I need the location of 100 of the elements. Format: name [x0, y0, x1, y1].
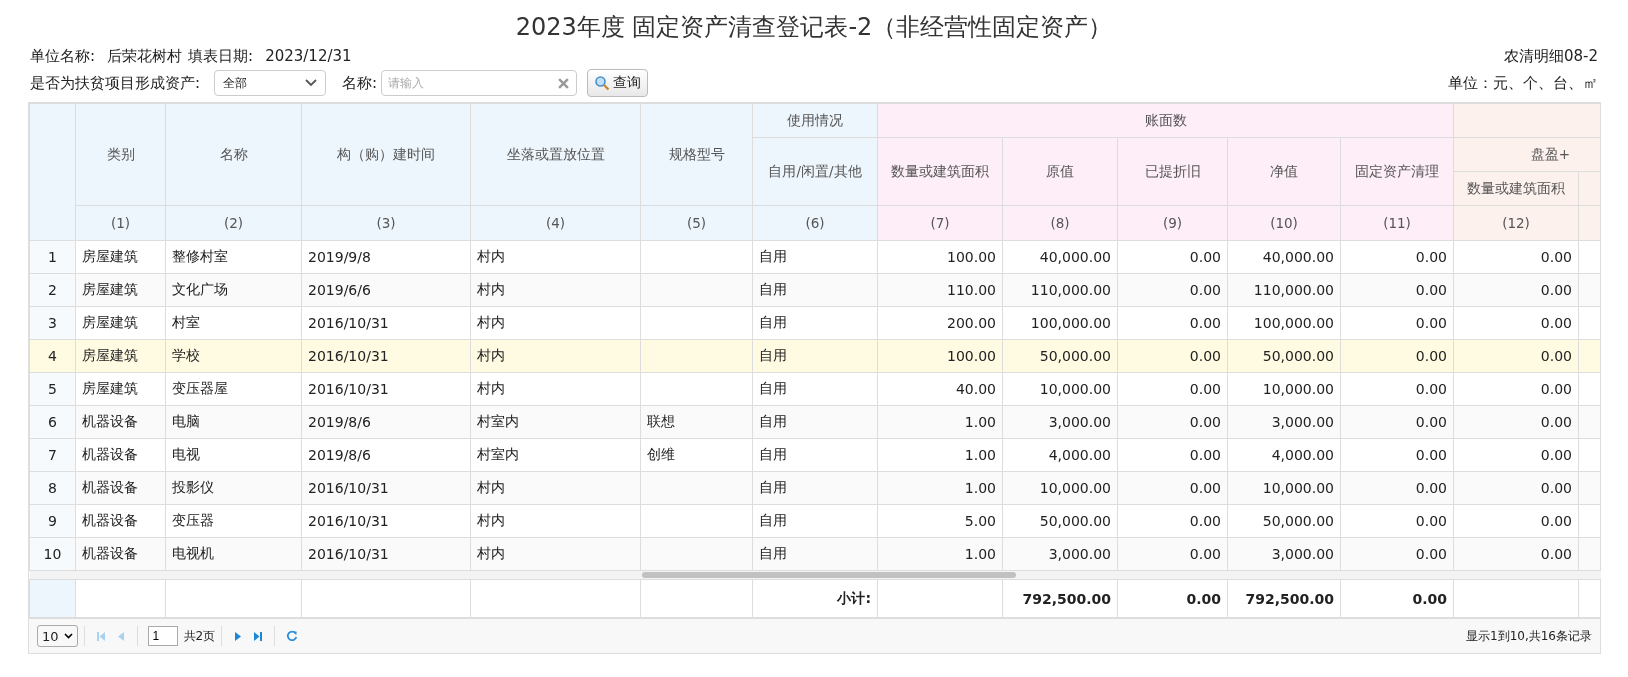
table-cell: 1.00: [877, 471, 1003, 505]
table-cell: 2016/10/31: [301, 471, 471, 505]
skip-start-icon: [95, 630, 106, 642]
column-number: (12): [1453, 205, 1579, 241]
table-cell: 2016/10/31: [301, 504, 471, 538]
table-cell: 100,000.00: [1227, 306, 1341, 340]
name-label: 名称:: [342, 73, 378, 93]
form-code: 农清明细08-2: [1503, 46, 1598, 66]
table-cell: 0.00: [1340, 372, 1454, 406]
unit-note: 单位：元、个、台、㎡: [1448, 73, 1598, 93]
poverty-select[interactable]: 全部: [214, 70, 327, 96]
table-cell: 3,000.00: [1227, 405, 1341, 439]
column-header: 规格型号: [640, 103, 753, 206]
unit-label: 单位名称:: [30, 46, 96, 66]
table-cell: 学校: [165, 339, 302, 373]
table-cell: 机器设备: [75, 504, 166, 538]
table-cell: 机器设备: [75, 537, 166, 571]
table-cell: 1.00: [877, 438, 1003, 472]
table-row[interactable]: 4 房屋建筑 学校 2016/10/31 村内 自用 100.00 50,000.00 0.00 50,000.00 0.00 0.00: [29, 339, 1601, 373]
table-cell: 村内: [470, 273, 641, 307]
column-header: 自用/闲置/其他: [752, 137, 878, 206]
subtotal-label: 小计:: [752, 579, 878, 618]
caret-icon: [63, 633, 73, 639]
row-number: 3: [29, 306, 76, 340]
table-cell: 3,000.00: [1002, 405, 1118, 439]
table-cell: 0.00: [1117, 537, 1228, 571]
table-cell: 村室内: [470, 405, 641, 439]
table-cell: 自用: [752, 504, 878, 538]
table-cell: 房屋建筑: [75, 372, 166, 406]
table-cell: 村内: [470, 504, 641, 538]
table-cell: 40,000.00: [1227, 240, 1341, 274]
table-row[interactable]: 1 房屋建筑 整修村室 2019/9/8 村内 自用 100.00 40,000.00 0.00 40,000.00 0.00 0.00: [29, 240, 1601, 274]
query-button[interactable]: 查询: [587, 69, 649, 97]
table-cell: 0.00: [1340, 504, 1454, 538]
row-number: 4: [29, 339, 76, 373]
table-cell: 0.00: [1117, 240, 1228, 274]
skip-end-icon: [253, 630, 264, 642]
table-cell: 40,000.00: [1002, 240, 1118, 274]
page-input[interactable]: 1: [147, 626, 178, 646]
row-number: 2: [29, 273, 76, 307]
page-size-select[interactable]: 10: [37, 625, 78, 647]
table-cell: 机器设备: [75, 471, 166, 505]
page-count: 共2页: [183, 627, 216, 645]
table-cell: 0.00: [1117, 306, 1228, 340]
clear-icon[interactable]: [558, 78, 570, 89]
column-header: 类别: [75, 103, 166, 206]
table-cell: 0.00: [1453, 273, 1579, 307]
table-cell: 自用: [752, 537, 878, 571]
table-cell: 0.00: [1453, 372, 1579, 406]
table-cell: 200.00: [877, 306, 1003, 340]
table-row[interactable]: 8 机器设备 投影仪 2016/10/31 村内 自用 1.00 10,000.00 0.00 10,000.00 0.00 0.00: [29, 471, 1601, 505]
table-cell: 自用: [752, 240, 878, 274]
column-header: 坐落或置放位置: [470, 103, 641, 206]
table-cell: 0.00: [1340, 273, 1454, 307]
report-title: 2023年度 固定资产清查登记表-2（非经营性固定资产）: [514, 12, 1114, 42]
table-cell: 0.00: [1453, 339, 1579, 373]
table-row[interactable]: 5 房屋建筑 变压器屋 2016/10/31 村内 自用 40.00 10,000.00 0.00 10,000.00 0.00 0.00: [29, 372, 1601, 406]
table-cell: 自用: [752, 471, 878, 505]
table-cell: 自用: [752, 372, 878, 406]
row-number: 6: [29, 405, 76, 439]
table-cell: 50,000.00: [1002, 339, 1118, 373]
refresh-icon: [286, 630, 299, 642]
name-input[interactable]: 请输入: [381, 70, 578, 96]
column-header: 净值: [1227, 137, 1341, 206]
table-cell: 村内: [470, 339, 641, 373]
table-row[interactable]: 3 房屋建筑 村室 2016/10/31 村内 自用 200.00 100,000.00 0.00 100,000.00 0.00 0.00: [29, 306, 1601, 340]
table-row[interactable]: 10 机器设备 电视机 2016/10/31 村内 自用 1.00 3,000.00 0.00 3,000.00 0.00 0.00: [29, 537, 1601, 571]
table-cell: 100.00: [877, 339, 1003, 373]
row-number: 10: [29, 537, 76, 571]
table-cell: 2016/10/31: [301, 339, 471, 373]
table-cell: 创维: [640, 438, 753, 472]
table-cell: 3,000.00: [1227, 537, 1341, 571]
table-cell: 自用: [752, 438, 878, 472]
table-cell: 0.00: [1453, 537, 1579, 571]
column-number: (10): [1227, 205, 1341, 241]
table-row[interactable]: 7 机器设备 电视 2019/8/6 村室内 创维 自用 1.00 4,000.00 0.00 4,000.00 0.00 0.00: [29, 438, 1601, 472]
table-row[interactable]: 6 机器设备 电脑 2019/8/6 村室内 联想 自用 1.00 3,000.00 0.00 3,000.00 0.00 0.00: [29, 405, 1601, 439]
table-cell: 110,000.00: [1002, 273, 1118, 307]
subtotal-value: 792,500.00: [1227, 579, 1341, 618]
table-cell: 10,000.00: [1227, 471, 1341, 505]
row-number: 8: [29, 471, 76, 505]
table-cell: 机器设备: [75, 438, 166, 472]
table-cell: 0.00: [1117, 273, 1228, 307]
table-row[interactable]: 2 房屋建筑 文化广场 2019/6/6 村内 自用 110.00 110,000.00 0.00 110,000.00 0.00 0.00: [29, 273, 1601, 307]
table-cell: 10,000.00: [1002, 471, 1118, 505]
table-cell: 机器设备: [75, 405, 166, 439]
table-cell: 2016/10/31: [301, 372, 471, 406]
table-cell: 0.00: [1453, 438, 1579, 472]
table-cell: 村内: [470, 471, 641, 505]
table-cell: 村内: [470, 306, 641, 340]
table-cell: 0.00: [1340, 240, 1454, 274]
table-row[interactable]: 9 机器设备 变压器 2016/10/31 村内 自用 5.00 50,000.00 0.00 50,000.00 0.00 0.00: [29, 504, 1601, 538]
column-group-header: 使用情况: [752, 103, 878, 138]
table-cell: 50,000.00: [1002, 504, 1118, 538]
table-cell: 房屋建筑: [75, 240, 166, 274]
table-cell: 50,000.00: [1227, 339, 1341, 373]
horizontal-scrollbar[interactable]: [641, 572, 1016, 578]
row-number: 7: [29, 438, 76, 472]
table-cell: 0.00: [1340, 471, 1454, 505]
subtotal-value: 0.00: [1117, 579, 1228, 618]
